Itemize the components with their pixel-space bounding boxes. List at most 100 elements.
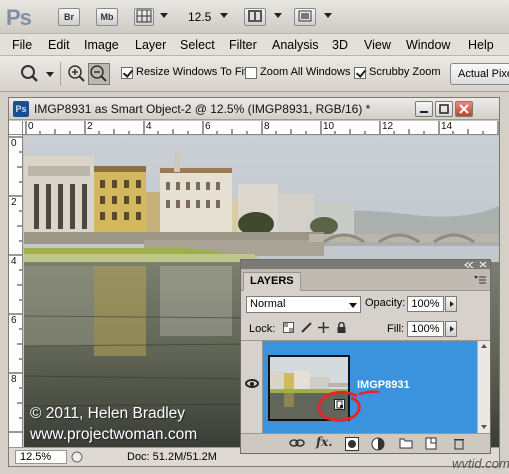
chevron-down-icon[interactable]: [274, 13, 282, 18]
ruler-ticks: [9, 136, 22, 433]
trash-icon[interactable]: [453, 437, 465, 450]
lock-label: Lock:: [249, 323, 276, 335]
ruler-label: 2: [11, 197, 17, 208]
screen-mode-button[interactable]: [294, 8, 316, 26]
layers-scrollbar[interactable]: [477, 341, 490, 434]
chevron-down-icon[interactable]: [160, 13, 168, 18]
chevron-down-icon[interactable]: [46, 72, 54, 77]
lock-transparent-icon[interactable]: [283, 322, 294, 333]
zoom-in-icon[interactable]: [67, 64, 87, 84]
scroll-arrows: [481, 344, 487, 429]
scrubby-zoom-label: Scrubby Zoom: [369, 66, 441, 78]
opacity-slider-button[interactable]: [445, 296, 457, 312]
link-layers-icon[interactable]: [289, 437, 305, 449]
divider: [60, 62, 61, 86]
blend-mode-value: Normal: [250, 298, 286, 310]
ruler-label: 14: [441, 121, 453, 132]
panel-tab-row: LAYERS: [241, 269, 490, 291]
menu-analysis[interactable]: Analysis: [272, 38, 319, 52]
opacity-field[interactable]: 100%: [407, 296, 444, 312]
site-watermark: wvtid.com: [452, 456, 509, 471]
menu-help[interactable]: Help: [468, 38, 494, 52]
zoom-level[interactable]: 12.5: [188, 10, 211, 24]
visibility-cell[interactable]: [241, 341, 263, 434]
ruler-label: 12: [382, 121, 394, 132]
horizontal-ruler[interactable]: 0 2 4 6 8 10 12 14: [23, 121, 499, 135]
ruler-label: 0: [11, 138, 17, 149]
document-title-bar[interactable]: Ps IMGP8931 as Smart Object-2 @ 12.5% (I…: [9, 98, 499, 120]
panel-menu-icon[interactable]: [473, 274, 487, 286]
grid-icon: [136, 9, 152, 23]
menu-layer[interactable]: Layer: [135, 38, 166, 52]
options-bar: Resize Windows To Fit Zoom All Windows S…: [0, 56, 509, 92]
status-zoom-field[interactable]: 12.5%: [15, 450, 67, 464]
menu-window[interactable]: Window: [406, 38, 450, 52]
application-bar: Ps Br Mb 12.5: [0, 0, 509, 34]
scrubby-zoom-checkbox[interactable]: [354, 67, 366, 79]
chevron-down-icon[interactable]: [324, 13, 332, 18]
watermark-url: www.projectwoman.com: [30, 426, 198, 443]
maximize-button[interactable]: [435, 101, 453, 117]
chevron-down-icon[interactable]: [220, 13, 228, 18]
add-mask-icon[interactable]: [345, 437, 359, 451]
lock-image-icon[interactable]: [301, 322, 312, 333]
menu-filter[interactable]: Filter: [229, 38, 257, 52]
lock-all-icon[interactable]: [336, 322, 347, 333]
ruler-label: 2: [87, 121, 93, 132]
watermark-copyright: © 2011, Helen Bradley: [30, 405, 186, 422]
close-icon: [459, 104, 469, 114]
menu-image[interactable]: Image: [84, 38, 119, 52]
document-size-info: Doc: 51.2M/51.2M: [127, 451, 217, 463]
zoom-out-icon[interactable]: [88, 63, 110, 85]
arrange-icon: [248, 10, 262, 22]
ruler-label: 8: [264, 121, 270, 132]
menu-bar: File Edit Image Layer Select Filter Anal…: [0, 34, 509, 56]
menu-edit[interactable]: Edit: [48, 38, 70, 52]
arrange-documents-button[interactable]: [244, 8, 266, 26]
fill-label: Fill:: [387, 323, 405, 335]
zoom-tool-icon[interactable]: [20, 64, 42, 84]
layer-name[interactable]: IMGP8931: [357, 379, 410, 391]
maximize-icon: [439, 104, 449, 114]
chevron-down-icon: [349, 303, 357, 308]
adjustment-layer-icon[interactable]: [371, 437, 385, 451]
fill-slider-button[interactable]: [445, 321, 457, 337]
ruler-origin[interactable]: [9, 121, 23, 135]
close-button[interactable]: [455, 101, 473, 117]
resize-windows-label: Resize Windows To Fit: [136, 66, 248, 78]
fill-field[interactable]: 100%: [407, 321, 444, 337]
close-panel-icon[interactable]: [479, 261, 487, 268]
layer-style-icon[interactable]: fx.: [316, 435, 333, 449]
actual-pixels-button[interactable]: Actual Pixels: [450, 63, 509, 85]
resize-windows-checkbox[interactable]: [121, 67, 133, 79]
layer-row[interactable]: IMGP8931: [241, 341, 477, 434]
tab-layers[interactable]: LAYERS: [243, 272, 301, 291]
launch-bridge-button[interactable]: Br: [58, 8, 80, 26]
screen-mode-icon: [298, 10, 312, 22]
menu-select[interactable]: Select: [180, 38, 215, 52]
menu-file[interactable]: File: [12, 38, 32, 52]
layer-list: IMGP8931: [241, 340, 490, 434]
lock-position-icon[interactable]: [318, 322, 329, 333]
minimize-button[interactable]: [415, 101, 433, 117]
new-group-icon[interactable]: [399, 437, 413, 449]
status-menu-icon[interactable]: [71, 451, 83, 463]
menu-3d[interactable]: 3D: [332, 38, 348, 52]
ruler-label: 6: [205, 121, 211, 132]
collapse-icon[interactable]: [463, 261, 475, 268]
ruler-label: 8: [11, 374, 17, 385]
launch-minibridge-button[interactable]: Mb: [96, 8, 118, 26]
panel-header[interactable]: [241, 260, 490, 269]
zoom-all-windows-checkbox[interactable]: [245, 67, 257, 79]
ruler-label: 6: [11, 315, 17, 326]
ruler-label: 0: [28, 121, 34, 132]
photoshop-logo: Ps: [6, 5, 32, 30]
blend-mode-select[interactable]: Normal: [246, 296, 361, 313]
layers-footer: fx.: [241, 433, 490, 453]
view-extras-button[interactable]: [134, 8, 154, 26]
vertical-ruler[interactable]: 0 2 4 6 8: [9, 135, 23, 448]
new-layer-icon[interactable]: [425, 437, 437, 450]
eye-icon[interactable]: [245, 379, 259, 388]
menu-view[interactable]: View: [364, 38, 391, 52]
ruler-label: 4: [11, 256, 17, 267]
